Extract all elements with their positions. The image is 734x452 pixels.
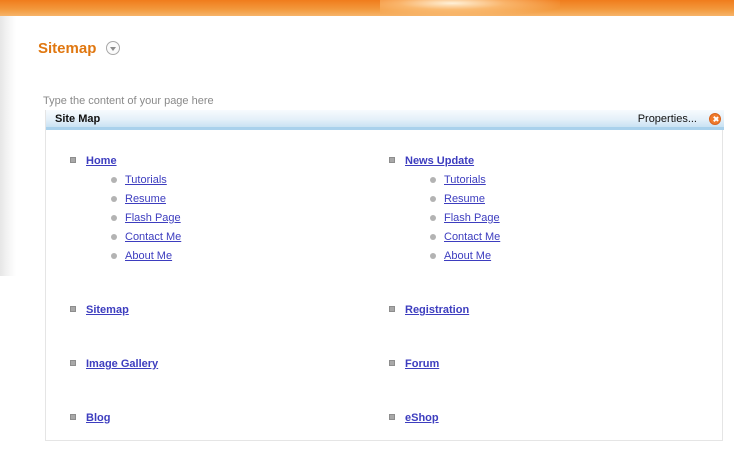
sitemap-sublink[interactable]: Tutorials	[444, 174, 486, 186]
left-shadow	[0, 16, 16, 276]
square-bullet-icon	[389, 157, 395, 163]
sitemap-link-blog[interactable]: Blog	[86, 412, 110, 424]
sitemap-link-eshop[interactable]: eShop	[405, 412, 439, 424]
square-bullet-icon	[389, 360, 395, 366]
title-collapse-button[interactable]	[106, 41, 121, 55]
round-bullet-icon	[430, 215, 436, 221]
chevron-down-icon	[110, 46, 117, 51]
round-bullet-icon	[111, 215, 117, 221]
round-bullet-icon	[430, 177, 436, 183]
sitemap-link-forum[interactable]: Forum	[405, 358, 439, 370]
sitemap-link-home[interactable]: Home	[86, 155, 117, 167]
round-bullet-icon	[111, 196, 117, 202]
content-placeholder-text: Type the content of your page here	[43, 95, 214, 107]
sitemap-sublink[interactable]: Flash Page	[444, 212, 500, 224]
square-bullet-icon	[70, 157, 76, 163]
page-title: Sitemap	[38, 39, 97, 57]
square-bullet-icon	[389, 414, 395, 420]
panel-header: Site Map Properties...	[46, 110, 724, 130]
title-row: Sitemap	[38, 37, 121, 59]
square-bullet-icon	[389, 306, 395, 312]
sitemap-link-sitemap[interactable]: Sitemap	[86, 304, 129, 316]
square-bullet-icon	[70, 360, 76, 366]
top-banner	[0, 0, 734, 16]
banner-decoration	[380, 0, 560, 16]
sitemap-sublink[interactable]: Contact Me	[444, 231, 500, 243]
close-icon[interactable]	[709, 113, 721, 125]
square-bullet-icon	[70, 414, 76, 420]
sitemap-link-news-update[interactable]: News Update	[405, 155, 474, 167]
round-bullet-icon	[111, 177, 117, 183]
round-bullet-icon	[430, 196, 436, 202]
round-bullet-icon	[430, 234, 436, 240]
round-bullet-icon	[111, 253, 117, 259]
sitemap-sublink[interactable]: Tutorials	[125, 174, 167, 186]
sitemap-sublink[interactable]: Flash Page	[125, 212, 181, 224]
sitemap-link-registration[interactable]: Registration	[405, 304, 469, 316]
sitemap-sublink[interactable]: Contact Me	[125, 231, 181, 243]
sitemap-link-image-gallery[interactable]: Image Gallery	[86, 358, 158, 370]
sitemap-sublink[interactable]: About Me	[444, 250, 491, 262]
round-bullet-icon	[430, 253, 436, 259]
square-bullet-icon	[70, 306, 76, 312]
sitemap-sublink[interactable]: Resume	[444, 193, 485, 205]
properties-button[interactable]: Properties...	[638, 113, 697, 125]
panel-title: Site Map	[55, 113, 101, 125]
sitemap-sublink[interactable]: Resume	[125, 193, 166, 205]
round-bullet-icon	[111, 234, 117, 240]
sitemap-sublink[interactable]: About Me	[125, 250, 172, 262]
sitemap-panel: Site Map Properties... Home Tutorials Re…	[45, 110, 724, 441]
